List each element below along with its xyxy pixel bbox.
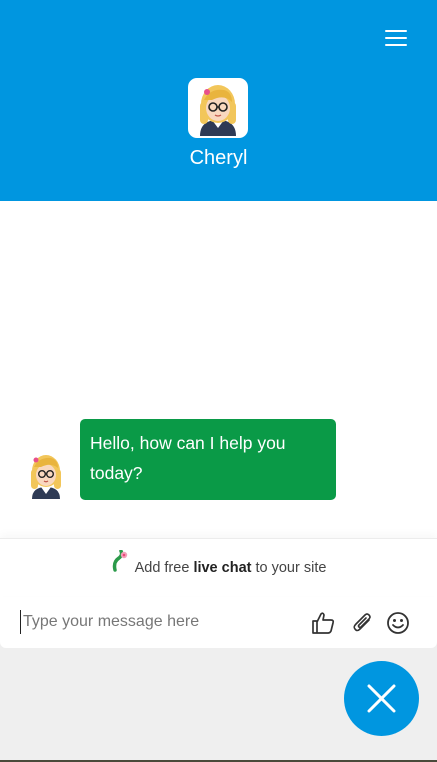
brand-logo-icon <box>111 539 131 597</box>
close-icon <box>367 684 396 713</box>
branding-suffix: to your site <box>255 560 327 576</box>
branding-footer[interactable]: Add free live chat to your site <box>0 538 437 596</box>
agent-name: Cheryl <box>189 147 248 169</box>
chat-widget: Cheryl Hello, how can I help you today? <box>0 0 437 648</box>
message-composer <box>0 600 437 644</box>
hamburger-menu-icon[interactable] <box>383 26 409 50</box>
branding-bold: live chat <box>193 560 252 576</box>
branding-prefix: Add free <box>134 560 190 576</box>
smiley-icon[interactable] <box>386 610 412 636</box>
agent-avatar <box>188 78 248 138</box>
agent-message-bubble: Hello, how can I help you today? <box>80 419 336 500</box>
chat-header: Cheryl <box>0 0 437 201</box>
message-input[interactable] <box>20 610 290 634</box>
thumbs-up-icon[interactable] <box>310 610 336 636</box>
close-chat-button[interactable] <box>344 661 419 736</box>
paperclip-icon[interactable] <box>350 610 376 636</box>
agent-avatar-small <box>24 449 68 499</box>
